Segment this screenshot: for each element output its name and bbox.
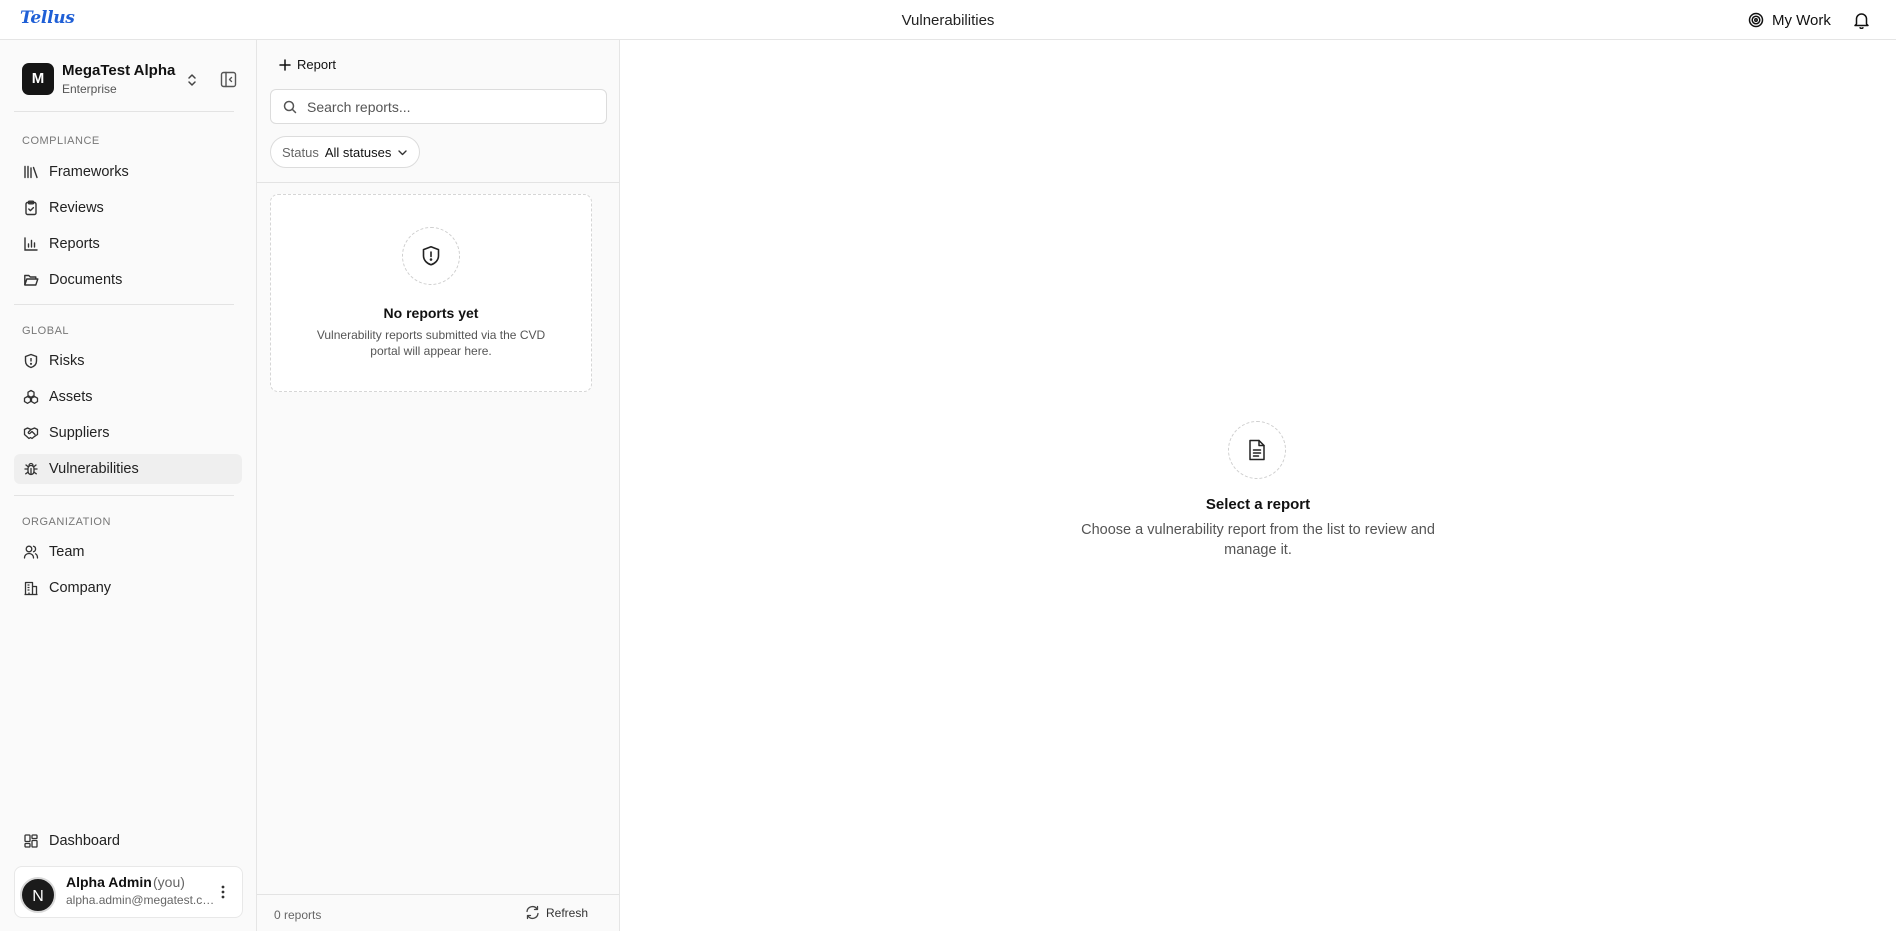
section-label-organization: ORGANIZATION bbox=[22, 516, 111, 528]
sidebar: M MegaTest Alpha Enterprise COMPLIANCE F… bbox=[0, 40, 257, 931]
empty-state-title: No reports yet bbox=[383, 305, 479, 321]
shield-alert-icon bbox=[421, 245, 441, 267]
chevron-up-down-icon[interactable] bbox=[186, 72, 198, 88]
bug-icon bbox=[23, 461, 39, 477]
folder-open-icon bbox=[23, 272, 39, 288]
sidebar-item-dashboard[interactable]: Dashboard bbox=[14, 826, 242, 856]
refresh-label: Refresh bbox=[546, 905, 589, 920]
plus-icon bbox=[279, 58, 291, 71]
sidebar-item-documents[interactable]: Documents bbox=[14, 265, 242, 295]
sidebar-item-label: Frameworks bbox=[49, 164, 129, 180]
sidebar-item-risks[interactable]: Risks bbox=[14, 346, 242, 376]
my-work-button[interactable]: My Work bbox=[1748, 8, 1831, 32]
report-detail-panel: Select a report Choose a vulnerability r… bbox=[620, 40, 1896, 931]
search-icon bbox=[283, 100, 297, 114]
report-count: 0 reports bbox=[274, 908, 322, 922]
sidebar-item-frameworks[interactable]: Frameworks bbox=[14, 157, 242, 187]
user-email: alpha.admin@megatest.com bbox=[66, 893, 216, 907]
reports-list-panel: Report Status All statuses No reports y bbox=[257, 40, 620, 931]
sidebar-item-company[interactable]: Company bbox=[14, 573, 242, 603]
sidebar-item-vulnerabilities[interactable]: Vulnerabilities bbox=[14, 454, 242, 484]
user-name: Alpha Admin bbox=[66, 874, 152, 890]
page-title: Vulnerabilities bbox=[901, 12, 995, 29]
org-switcher[interactable]: M MegaTest Alpha Enterprise bbox=[14, 60, 241, 100]
bell-icon[interactable] bbox=[1853, 11, 1870, 29]
sidebar-divider bbox=[14, 111, 234, 112]
clipboard-check-icon bbox=[23, 200, 39, 216]
sidebar-item-label: Reports bbox=[49, 236, 100, 252]
target-icon bbox=[1748, 12, 1764, 28]
my-work-label: My Work bbox=[1772, 11, 1831, 29]
section-label-compliance: COMPLIANCE bbox=[22, 135, 100, 147]
building-icon bbox=[23, 580, 39, 596]
refresh-button[interactable]: Refresh bbox=[525, 905, 588, 920]
sidebar-item-assets[interactable]: Assets bbox=[14, 382, 242, 412]
bar-chart-icon bbox=[23, 236, 39, 252]
sidebar-item-label: Team bbox=[49, 544, 85, 560]
sidebar-item-reviews[interactable]: Reviews bbox=[14, 193, 242, 223]
user-you-tag: (you) bbox=[153, 874, 185, 890]
chevron-down-icon bbox=[397, 147, 408, 158]
user-card[interactable]: N Alpha Admin (you) alpha.admin@megatest… bbox=[14, 866, 243, 918]
status-filter-label: Status bbox=[282, 144, 319, 160]
sidebar-collapse-icon[interactable] bbox=[220, 71, 237, 88]
list-divider bbox=[257, 182, 619, 183]
refresh-icon bbox=[525, 905, 540, 920]
empty-state-card: No reports yet Vulnerability reports sub… bbox=[270, 194, 592, 392]
avatar: N bbox=[20, 877, 56, 913]
status-filter-value: All statuses bbox=[324, 144, 392, 160]
empty-state-description: Vulnerability reports submitted via the … bbox=[316, 328, 546, 358]
sidebar-item-label: Reviews bbox=[49, 200, 104, 216]
sidebar-divider bbox=[14, 304, 234, 305]
sidebar-item-suppliers[interactable]: Suppliers bbox=[14, 418, 242, 448]
section-label-global: GLOBAL bbox=[22, 325, 70, 337]
add-report-label: Report bbox=[297, 57, 337, 72]
shield-icon bbox=[23, 353, 39, 369]
library-icon bbox=[23, 164, 39, 180]
file-text-icon bbox=[1247, 439, 1267, 461]
detail-icon-wrap bbox=[1228, 421, 1286, 479]
users-icon bbox=[23, 544, 39, 560]
detail-description: Choose a vulnerability report from the l… bbox=[1081, 522, 1435, 558]
sidebar-item-label: Suppliers bbox=[49, 425, 110, 441]
list-footer: 0 reports Refresh bbox=[257, 894, 619, 931]
org-avatar: M bbox=[22, 63, 54, 95]
dashboard-icon bbox=[23, 833, 39, 849]
sidebar-divider bbox=[14, 495, 234, 496]
detail-title: Select a report bbox=[1205, 496, 1311, 513]
add-report-button[interactable]: Report bbox=[279, 57, 336, 72]
top-bar: Tellus Vulnerabilities My Work bbox=[0, 0, 1896, 40]
empty-state-icon-wrap bbox=[402, 227, 460, 285]
search-input[interactable] bbox=[307, 90, 597, 123]
sidebar-item-label: Risks bbox=[49, 353, 85, 369]
sidebar-item-label: Documents bbox=[49, 272, 123, 288]
sidebar-item-reports[interactable]: Reports bbox=[14, 229, 242, 259]
more-vertical-icon[interactable] bbox=[221, 885, 225, 899]
sidebar-item-label: Dashboard bbox=[49, 833, 120, 849]
sidebar-item-label: Company bbox=[49, 580, 112, 596]
sidebar-item-team[interactable]: Team bbox=[14, 537, 242, 567]
org-plan: Enterprise bbox=[62, 82, 117, 96]
handshake-icon bbox=[23, 425, 39, 441]
boxes-icon bbox=[23, 389, 39, 405]
sidebar-item-label: Vulnerabilities bbox=[49, 461, 139, 477]
status-filter-dropdown[interactable]: Status All statuses bbox=[270, 136, 421, 168]
search-box bbox=[270, 89, 607, 124]
org-name: MegaTest Alpha bbox=[62, 62, 176, 79]
sidebar-item-label: Assets bbox=[49, 389, 93, 405]
